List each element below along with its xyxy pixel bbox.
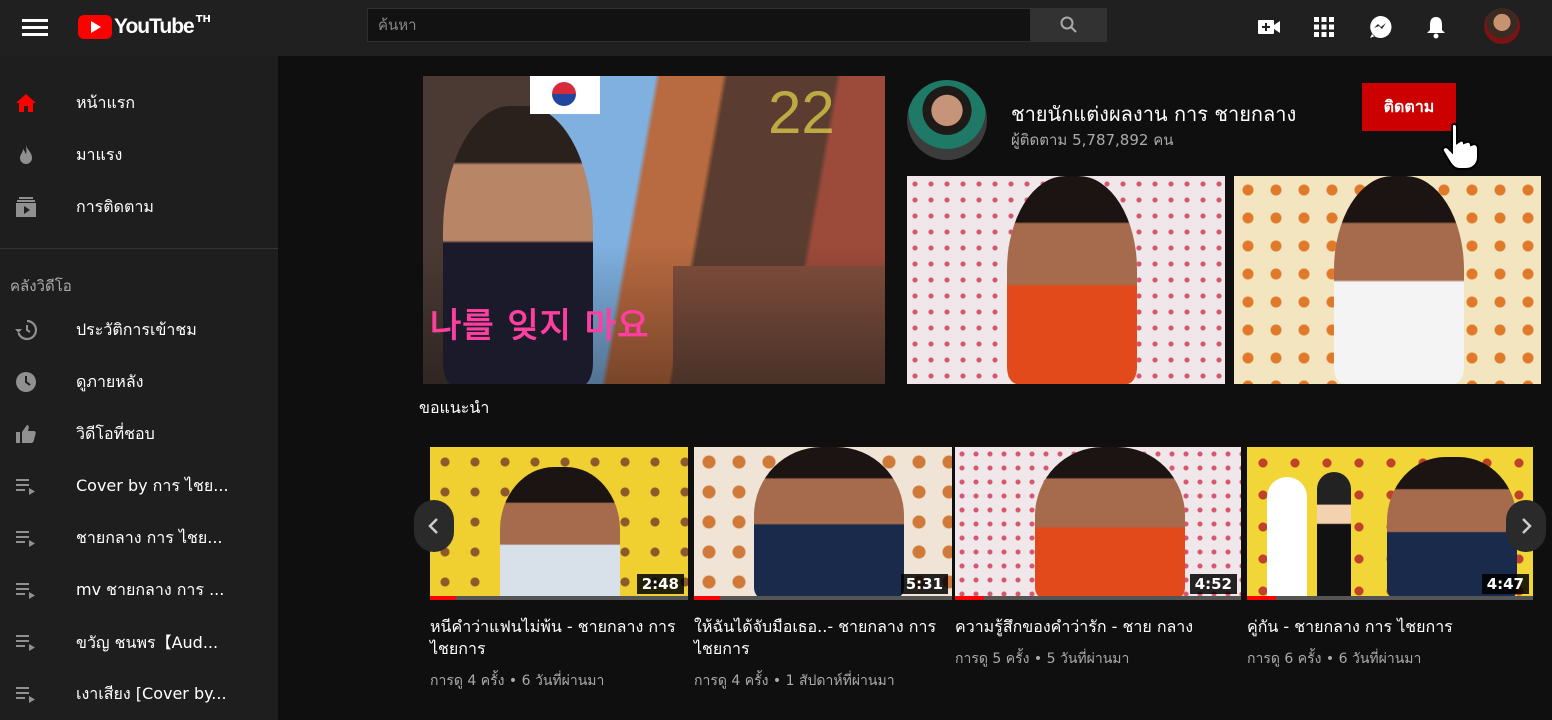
sidebar-item-home[interactable]: หน้าแรก [0,78,278,128]
shelf-next-button[interactable] [1506,500,1546,552]
search-box [367,8,1031,42]
featured-building [673,266,885,384]
youtube-play-icon [78,15,112,39]
logo-country: TH [195,13,211,25]
playlist-icon [16,635,35,651]
sidebar-item-label: หน้าแรก [76,92,136,112]
sidebar-item-label: mv ชายกลาง การ ... [76,579,225,599]
person-figure [754,447,904,600]
video-duration: 4:47 [1481,574,1529,594]
sidebar-item-label: Cover by การ ไชย... [76,475,229,495]
sidebar-item-playlist-3[interactable]: mv ชายกลาง การ ... [0,565,278,615]
channel-subscriber-count: ผู้ติดตาม 5,787,892 คน [1011,131,1174,149]
watch-later-clock-icon [16,372,36,392]
video-duration: 4:52 [1189,574,1237,594]
notifications-bell-icon[interactable] [1423,14,1449,40]
person-figure [1035,447,1185,600]
top-bar: YouTube TH [0,0,1552,56]
sidebar-item-liked-videos[interactable]: วิดีโอที่ชอบ [0,409,278,459]
video-thumbnail[interactable]: 2:48 [430,447,688,600]
sidebar-item-playlist-5[interactable]: เงาเสียง [Cover by... [0,669,278,719]
channel-video-thumbnail-1[interactable] [907,176,1225,384]
sidebar-item-playlist-2[interactable]: ชายกลาง การ ไชย... [0,513,278,563]
channel-avatar[interactable] [907,80,987,160]
video-metadata: การดู 4 ครั้ง • 6 วันที่ผ่านมา [430,673,605,689]
korean-flag-image [530,76,600,114]
watch-progress-bar [1247,596,1533,600]
sidebar-item-playlist-1[interactable]: Cover by การ ไชย... [0,461,278,511]
video-metadata: การดู 6 ครั้ง • 6 วันที่ผ่านมา [1247,651,1422,667]
playlist-icon [16,687,35,703]
sidebar: หน้าแรก มาแรง การติดตาม คลังวิดีโอ ประวั… [0,56,278,720]
sidebar-item-label: การติดตาม [76,196,154,216]
messages-icon[interactable] [1367,14,1393,40]
search-button[interactable] [1031,8,1107,42]
sidebar-divider [0,248,278,249]
channel-video-thumbnail-2[interactable] [1234,176,1541,384]
sidebar-item-trending[interactable]: มาแรง [0,130,278,180]
bride-cartoon-image [1267,477,1307,600]
account-avatar[interactable] [1484,8,1520,44]
search-input[interactable] [368,9,1030,41]
channel-name[interactable]: ชายนักแต่งผลงาน การ ชายกลาง [1011,98,1296,130]
hamburger-menu-icon[interactable] [22,16,48,38]
sidebar-item-watch-later[interactable]: ดูภายหลัง [0,357,278,407]
search-icon [1060,16,1077,33]
video-thumbnail[interactable]: 4:52 [955,447,1241,600]
youtube-logo[interactable]: YouTube TH [78,14,211,40]
video-card[interactable]: 5:31 ให้ฉันได้จับมือเธอ..- ชายกลาง การ ไ… [694,447,952,692]
watch-progress-bar [955,596,1241,600]
sidebar-item-history[interactable]: ประวัติการเข้าชม [0,305,278,355]
person-figure [1007,176,1137,384]
sidebar-item-label: ดูภายหลัง [76,371,144,391]
sidebar-item-subscriptions[interactable]: การติดตาม [0,182,278,232]
section-title: ขอแนะนำ [419,398,490,417]
video-title[interactable]: หนีคำว่าแฟนไม่พ้น - ชายกลาง การ ไชยการ [430,616,688,660]
sidebar-item-label: ชายกลาง การ ไชย... [76,527,223,547]
sidebar-item-label: ประวัติการเข้าชม [76,319,197,339]
playlist-icon [16,531,35,547]
logo-text: YouTube [114,15,195,38]
playlist-icon [16,583,35,599]
playlist-icon [16,479,35,495]
sidebar-item-label: เงาเสียง [Cover by... [76,683,227,703]
create-video-icon[interactable] [1256,14,1282,40]
sidebar-item-label: ขวัญ ชนพร【Aud... [76,632,219,652]
video-title[interactable]: ให้ฉันได้จับมือเธอ..- ชายกลาง การ ไชยการ [694,616,952,660]
subscriptions-icon [16,197,36,217]
home-icon [16,94,36,112]
video-card[interactable]: 4:47 คู่กัน - ชายกลาง การ ไชยการ การดู 6… [1247,447,1533,670]
video-metadata: การดู 5 ครั้ง • 5 วันที่ผ่านมา [955,651,1130,667]
watch-progress-bar [694,596,952,600]
apps-grid-icon[interactable] [1311,14,1337,40]
watch-progress-bar [430,596,688,600]
groom-cartoon-image [1317,472,1351,600]
thumbs-up-icon [16,425,36,443]
video-thumbnail[interactable]: 5:31 [694,447,952,600]
shelf-previous-button[interactable] [414,500,454,552]
sidebar-item-playlist-4[interactable]: ขวัญ ชนพร【Aud... [0,617,278,667]
trending-fire-icon [20,145,32,164]
featured-overlay-text: 나를 잊지 마요 [430,306,650,346]
video-title[interactable]: คู่กัน - ชายกลาง การ ไชยการ [1247,616,1533,638]
featured-number-overlay: 22 [768,79,835,146]
video-metadata: การดู 4 ครั้ง • 1 สัปดาห์ที่ผ่านมา [694,673,895,689]
video-duration: 2:48 [636,574,684,594]
video-thumbnail[interactable]: 4:47 [1247,447,1533,600]
video-title[interactable]: ความรู้สึกของคำว่ารัก - ชาย กลาง [955,616,1241,638]
chevron-right-icon [1522,518,1532,534]
person-figure [1334,176,1464,384]
sidebar-item-label: วิดีโอที่ชอบ [76,423,155,443]
library-heading: คลังวิดีโอ [10,277,72,295]
person-figure [500,467,620,600]
video-card[interactable]: 4:52 ความรู้สึกของคำว่ารัก - ชาย กลาง กา… [955,447,1241,670]
hand-pointer-cursor-icon [1441,122,1479,170]
video-duration: 5:31 [900,574,948,594]
chevron-left-icon [428,518,438,534]
sidebar-item-label: มาแรง [76,144,123,164]
history-icon [15,319,38,341]
video-card[interactable]: 2:48 หนีคำว่าแฟนไม่พ้น - ชายกลาง การ ไชย… [430,447,688,692]
